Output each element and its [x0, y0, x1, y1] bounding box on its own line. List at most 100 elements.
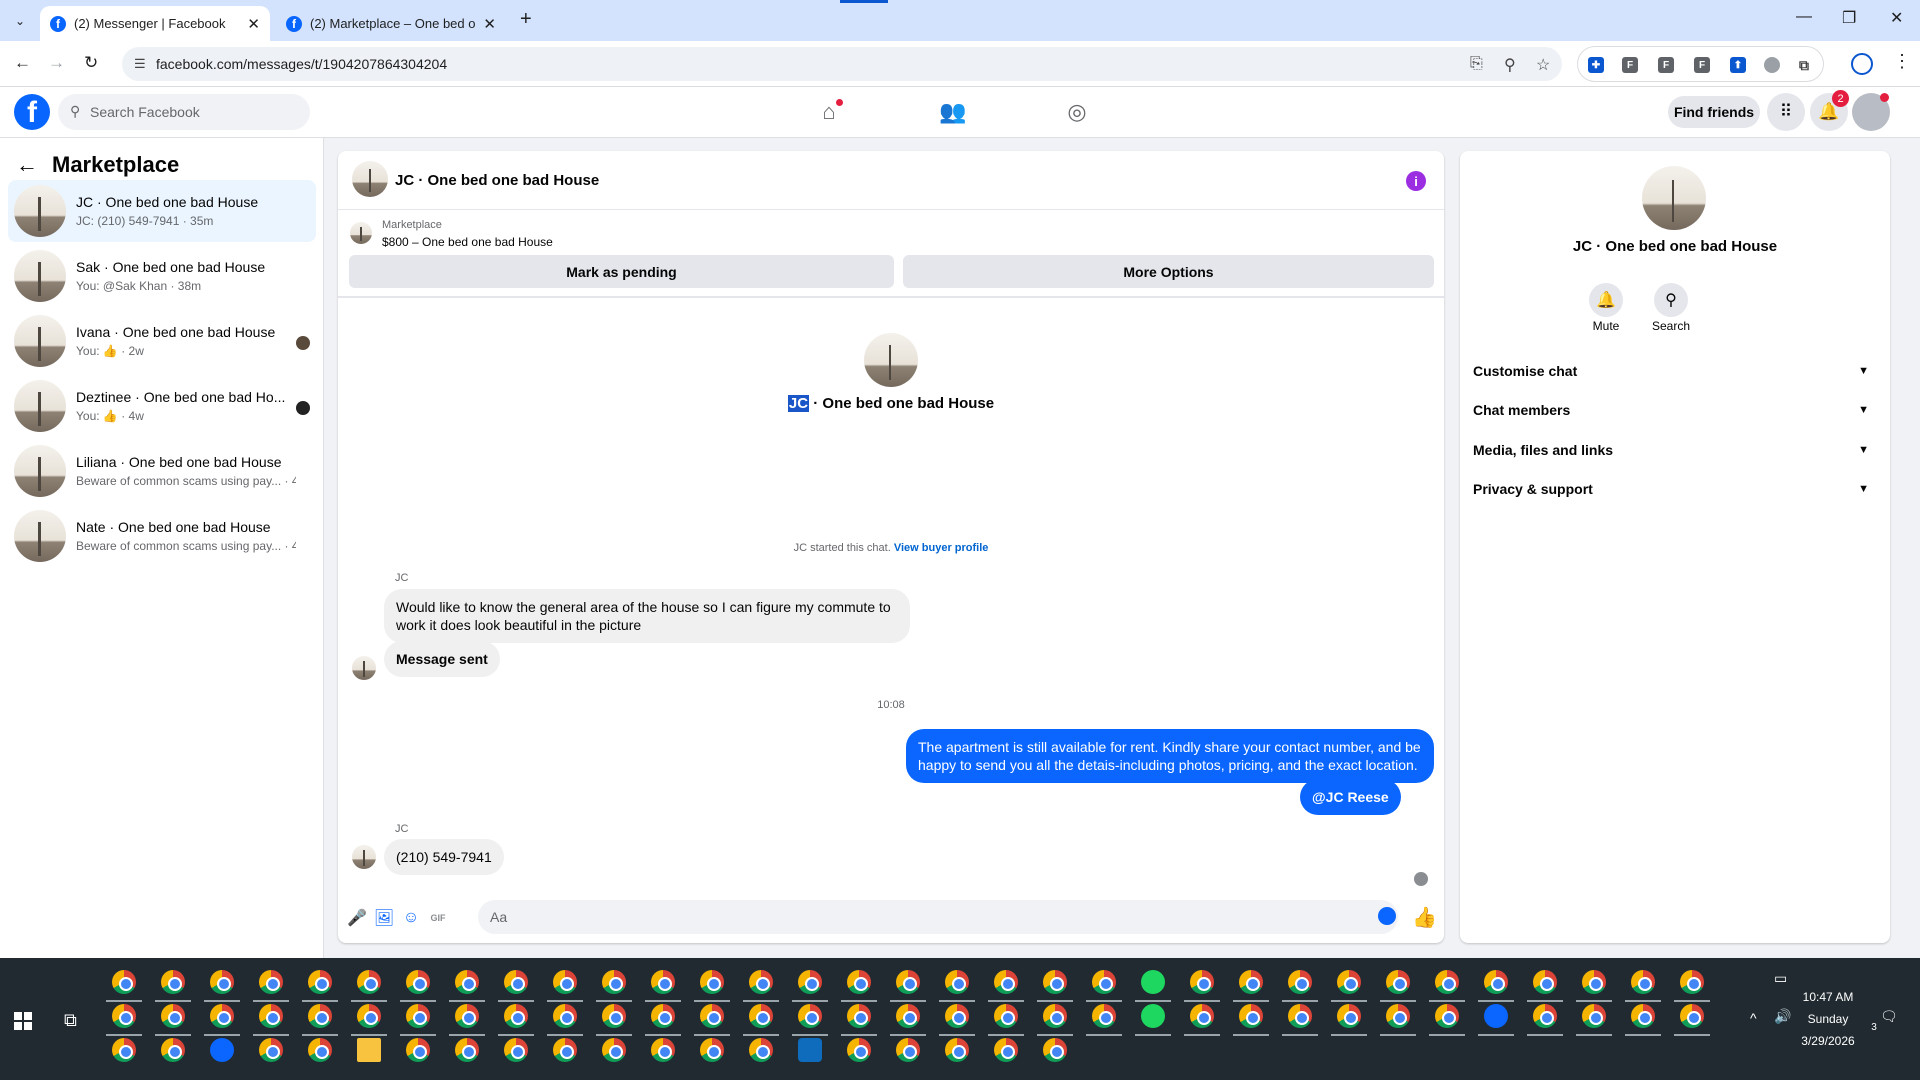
- chrome-app-icon[interactable]: [406, 970, 430, 994]
- clock-time[interactable]: 10:47 AM: [1788, 990, 1868, 1004]
- facebook-logo-icon[interactable]: f: [14, 94, 50, 130]
- chrome-app-icon[interactable]: [553, 1004, 577, 1028]
- chrome-app-icon[interactable]: [1288, 970, 1312, 994]
- chrome-app-icon[interactable]: [210, 970, 234, 994]
- chrome-app-icon[interactable]: [1386, 970, 1410, 994]
- photo-icon[interactable]: 🖼: [374, 908, 394, 928]
- chrome-app-icon[interactable]: [1582, 1004, 1606, 1028]
- bookmark-star-icon[interactable]: ☆: [1536, 55, 1550, 75]
- outgoing-message[interactable]: The apartment is still available for ren…: [906, 729, 1434, 783]
- task-view-icon[interactable]: ⧉: [64, 1010, 77, 1031]
- chrome-app-icon[interactable]: [504, 1038, 528, 1062]
- chrome-app-icon[interactable]: [112, 1038, 136, 1062]
- outgoing-message[interactable]: @JC Reese: [1300, 779, 1401, 815]
- chrome-app-icon[interactable]: [749, 970, 773, 994]
- chrome-app-icon[interactable]: [700, 1038, 724, 1062]
- spotify-app-icon[interactable]: [1141, 970, 1165, 994]
- windows-start-icon[interactable]: [14, 1012, 32, 1030]
- profile-icon[interactable]: [1851, 53, 1873, 75]
- tab-messenger[interactable]: f (2) Messenger | Facebook ✕: [40, 6, 270, 41]
- site-info-icon[interactable]: ☰: [134, 56, 146, 72]
- minimize-button[interactable]: —: [1796, 8, 1812, 26]
- new-tab-button[interactable]: +: [520, 8, 532, 31]
- mark-as-pending-button[interactable]: Mark as pending: [349, 255, 894, 288]
- menu-grid-icon[interactable]: ⠿: [1767, 93, 1805, 131]
- chrome-app-icon[interactable]: [749, 1004, 773, 1028]
- conversation-jc[interactable]: JC · One bed one bad House JC: (210) 549…: [8, 180, 316, 242]
- extensions-menu-icon[interactable]: ⧉: [1796, 57, 1812, 73]
- forward-icon[interactable]: →: [48, 53, 65, 73]
- chrome-app-icon[interactable]: [406, 1004, 430, 1028]
- info-icon[interactable]: i: [1406, 171, 1426, 191]
- extension-f-icon[interactable]: F: [1622, 57, 1638, 73]
- chrome-app-icon[interactable]: [602, 970, 626, 994]
- chrome-app-icon[interactable]: [1239, 970, 1263, 994]
- chat-title[interactable]: JC · One bed one bad House: [395, 172, 599, 189]
- chrome-app-icon[interactable]: [406, 1038, 430, 1062]
- chrome-app-icon[interactable]: [455, 970, 479, 994]
- conversation-sak[interactable]: Sak · One bed one bad House You: @Sak Kh…: [8, 245, 316, 307]
- address-bar[interactable]: ☰ facebook.com/messages/t/19042078643042…: [122, 47, 1562, 81]
- chrome-app-icon[interactable]: [1631, 970, 1655, 994]
- reload-icon[interactable]: ↻: [84, 53, 98, 73]
- page-scrollbar[interactable]: [1904, 138, 1920, 958]
- incoming-message[interactable]: Would like to know the general area of t…: [384, 589, 910, 643]
- chrome-app-icon[interactable]: [1043, 970, 1067, 994]
- gif-icon[interactable]: GIF: [428, 908, 448, 928]
- friends-icon[interactable]: 👥: [939, 99, 966, 125]
- find-friends-button[interactable]: Find friends: [1668, 96, 1760, 128]
- message-input[interactable]: Aa: [478, 900, 1398, 934]
- mute-bell-icon[interactable]: 🔔: [1589, 283, 1623, 317]
- chrome-app-icon[interactable]: [798, 1004, 822, 1028]
- chrome-app-icon[interactable]: [945, 1004, 969, 1028]
- chrome-app-icon[interactable]: [455, 1038, 479, 1062]
- chrome-app-icon[interactable]: [1582, 970, 1606, 994]
- chrome-app-icon[interactable]: [1533, 970, 1557, 994]
- outlook-app-icon[interactable]: [798, 1038, 822, 1062]
- chrome-app-icon[interactable]: [945, 970, 969, 994]
- pin-extension-icon[interactable]: ⬆: [1730, 57, 1746, 73]
- chrome-app-icon[interactable]: [994, 1004, 1018, 1028]
- chrome-app-icon[interactable]: [553, 1038, 577, 1062]
- chrome-app-icon[interactable]: [259, 970, 283, 994]
- chrome-app-icon[interactable]: [553, 970, 577, 994]
- file-explorer-icon[interactable]: [357, 1038, 381, 1062]
- chrome-app-icon[interactable]: [1435, 1004, 1459, 1028]
- view-buyer-profile-link[interactable]: View buyer profile: [894, 542, 989, 554]
- chrome-app-icon[interactable]: [161, 1038, 185, 1062]
- extension-f-icon[interactable]: F: [1658, 57, 1674, 73]
- conversation-deztinee[interactable]: Deztinee · One bed one bad Ho... You: 👍 …: [8, 375, 316, 437]
- chrome-app-icon[interactable]: [308, 970, 332, 994]
- restore-button[interactable]: ❐: [1842, 8, 1856, 28]
- chrome-app-icon[interactable]: [749, 1038, 773, 1062]
- chrome-app-icon[interactable]: [1337, 1004, 1361, 1028]
- chrome-app-icon[interactable]: [1043, 1004, 1067, 1028]
- messenger-app-icon[interactable]: [1484, 1004, 1508, 1028]
- chrome-app-icon[interactable]: [1043, 1038, 1067, 1062]
- chrome-app-icon[interactable]: [1631, 1004, 1655, 1028]
- chrome-app-icon[interactable]: [504, 970, 528, 994]
- chrome-app-icon[interactable]: [308, 1004, 332, 1028]
- microphone-icon[interactable]: 🎤: [347, 908, 367, 928]
- chrome-app-icon[interactable]: [651, 970, 675, 994]
- display-icon[interactable]: ▭: [1774, 970, 1787, 987]
- install-app-icon[interactable]: ⎘: [1470, 55, 1483, 73]
- chrome-app-icon[interactable]: [602, 1038, 626, 1062]
- emoji-icon[interactable]: [1378, 907, 1396, 925]
- extension-f-icon[interactable]: F: [1694, 57, 1710, 73]
- more-options-button[interactable]: More Options: [903, 255, 1434, 288]
- globe-extension-icon[interactable]: [1764, 57, 1780, 73]
- thumbs-up-icon[interactable]: 👍: [1412, 905, 1437, 930]
- chrome-app-icon[interactable]: [1092, 1004, 1116, 1028]
- chrome-app-icon[interactable]: [357, 970, 381, 994]
- chrome-app-icon[interactable]: [1386, 1004, 1410, 1028]
- chrome-menu-icon[interactable]: ⋮: [1893, 51, 1911, 72]
- close-tab-icon[interactable]: ✕: [483, 15, 496, 33]
- chrome-app-icon[interactable]: [259, 1038, 283, 1062]
- chrome-app-icon[interactable]: [847, 1038, 871, 1062]
- tab-marketplace[interactable]: f (2) Marketplace – One bed one ✕: [276, 6, 506, 41]
- close-window-button[interactable]: ✕: [1890, 8, 1903, 28]
- chrome-app-icon[interactable]: [896, 1038, 920, 1062]
- conversation-nate[interactable]: Nate · One bed one bad House Beware of c…: [8, 505, 316, 567]
- chrome-app-icon[interactable]: [896, 1004, 920, 1028]
